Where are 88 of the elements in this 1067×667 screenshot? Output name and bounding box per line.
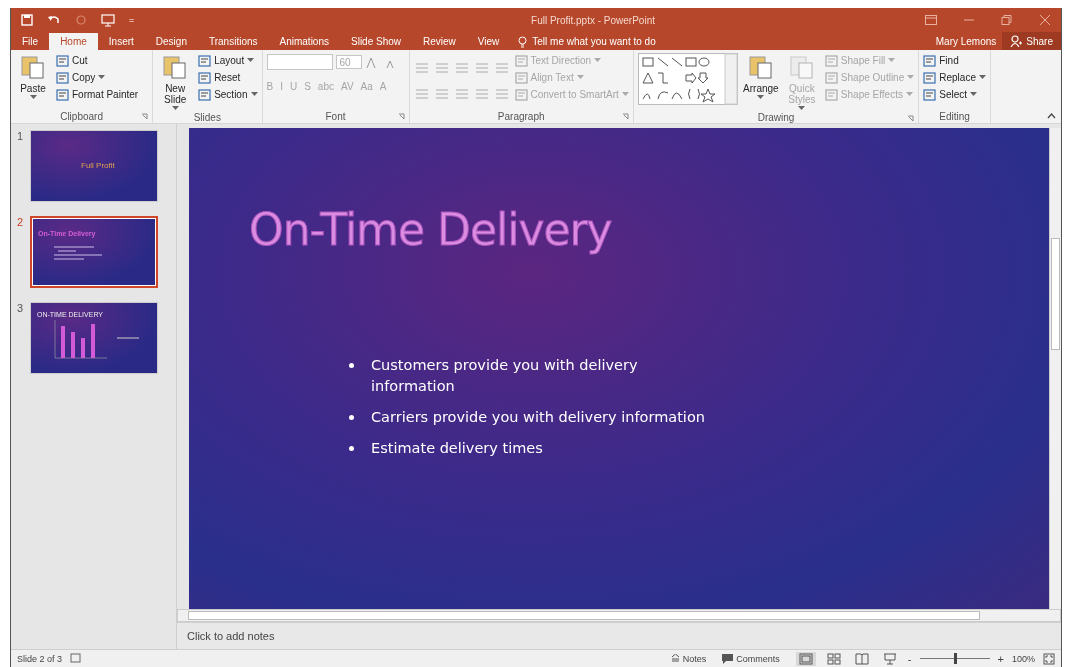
comment-icon (722, 653, 734, 664)
restore-icon[interactable] (1001, 15, 1013, 25)
group-label: Font (325, 110, 346, 122)
ribbon-tab[interactable]: Animations (268, 33, 340, 50)
ribbon-tab[interactable]: Slide Show (340, 33, 412, 50)
slide-number: 1 (17, 130, 25, 144)
ribbon-tab[interactable]: Review (412, 33, 467, 50)
save-icon[interactable] (21, 14, 33, 26)
tool-icon (923, 54, 937, 67)
ribbon-tab[interactable]: Insert (97, 33, 145, 50)
customize-toolbar-button[interactable]: = (129, 15, 135, 25)
bullet-text[interactable]: Customers provide you with delivery information (349, 355, 709, 397)
group-label: Clipboard (60, 110, 103, 122)
slide-counter: Slide 2 of 3 (17, 653, 63, 664)
dialog-launcher-icon[interactable] (621, 113, 629, 120)
notes-button[interactable]: Notes (670, 653, 707, 664)
ribbon-button[interactable]: New Slide (157, 53, 194, 111)
tool-icon (514, 71, 528, 84)
ribbon-tab[interactable]: File (11, 33, 50, 50)
horizontal-scrollbar[interactable] (177, 609, 1061, 622)
thumbnail-title: Full Profit (81, 161, 116, 170)
ribbon-button[interactable]: Find (923, 53, 986, 68)
tool-icon (824, 71, 838, 84)
close-icon[interactable] (1039, 15, 1051, 25)
dialog-launcher-icon[interactable] (141, 113, 149, 120)
person-icon (1010, 35, 1023, 47)
fit-to-window-icon[interactable] (1043, 652, 1055, 665)
lightbulb-icon (518, 35, 528, 48)
tool-icon (198, 88, 212, 101)
slide-thumbnail[interactable]: Full Profit (30, 130, 158, 202)
slide-canvas[interactable]: On-Time Delivery Customers provide you with delivery information Carriers provide you with delivery information Estimate delivery times (189, 128, 1049, 609)
tool-icon (824, 88, 838, 101)
bullet-text[interactable]: Estimate delivery times (349, 438, 709, 459)
tool-icon (787, 53, 816, 81)
ribbon-button[interactable]: Arrange (742, 53, 779, 100)
zoom-out-button[interactable]: - (907, 652, 912, 665)
slide-number: 2 (17, 216, 25, 230)
tool-icon (56, 71, 69, 84)
tool-icon (56, 54, 69, 67)
ribbon-button[interactable]: Paste (15, 53, 51, 100)
ribbon-display-icon[interactable] (925, 15, 937, 25)
group-label: Editing (939, 110, 970, 122)
ribbon-button[interactable]: Copy (56, 70, 149, 85)
group-label: Drawing (757, 111, 795, 123)
dialog-launcher-icon[interactable] (397, 113, 405, 120)
group-label: Paragraph (497, 110, 545, 122)
collapse-ribbon-icon[interactable] (1047, 113, 1056, 119)
tool-icon (514, 54, 528, 67)
window-title: Full Profit.pptx - PowerPoint (530, 14, 656, 26)
ribbon-button[interactable]: Cut (56, 53, 149, 68)
undo-icon[interactable] (47, 14, 61, 26)
tool-icon (923, 88, 937, 101)
comments-button[interactable]: Comments (722, 653, 780, 664)
ribbon-button[interactable]: Format Painter (56, 87, 149, 102)
tool-icon (19, 53, 47, 81)
ribbon-button[interactable]: Reset (198, 70, 258, 85)
normal-view-icon[interactable] (795, 651, 816, 666)
tool-icon (514, 88, 528, 101)
tool-icon (56, 88, 69, 101)
tool-icon (198, 71, 212, 84)
bullet-text[interactable]: Carriers provide you with delivery information (349, 407, 709, 428)
ribbon-button[interactable]: Layout (198, 53, 258, 68)
share-button[interactable]: Share (1002, 32, 1061, 50)
spell-check-icon[interactable] (70, 653, 83, 664)
dialog-launcher-icon[interactable] (907, 115, 915, 122)
slide-number: 3 (17, 302, 25, 316)
notes-field[interactable]: Click to add notes (187, 630, 275, 642)
tool-icon (746, 53, 775, 81)
ribbon-tab[interactable]: Transitions (197, 33, 269, 50)
group-label: Slides (193, 111, 221, 123)
slide-title[interactable]: On-Time Delivery (249, 204, 612, 255)
tool-icon (923, 71, 937, 84)
vertical-scrollbar[interactable] (1049, 128, 1061, 609)
presentation-icon[interactable] (101, 13, 115, 27)
tell-me-field[interactable]: Tell me what you want to do (532, 36, 656, 47)
ribbon-tab[interactable]: Design (144, 33, 198, 50)
user-name[interactable]: Mary Lemons (935, 33, 997, 50)
ribbon-button[interactable]: Section (198, 87, 258, 102)
shapes-gallery[interactable] (637, 53, 738, 105)
tool-icon (198, 54, 212, 67)
ribbon-button[interactable]: Replace (923, 70, 986, 85)
tool-icon (824, 54, 838, 67)
zoom-level[interactable]: 100% (1011, 653, 1035, 664)
notes-icon (670, 654, 680, 663)
ribbon-button[interactable]: Select (923, 87, 986, 102)
ribbon-tab[interactable]: View (466, 33, 511, 50)
ribbon-tab[interactable]: Home (49, 33, 98, 50)
zoom-in-button[interactable]: + (997, 652, 1004, 665)
